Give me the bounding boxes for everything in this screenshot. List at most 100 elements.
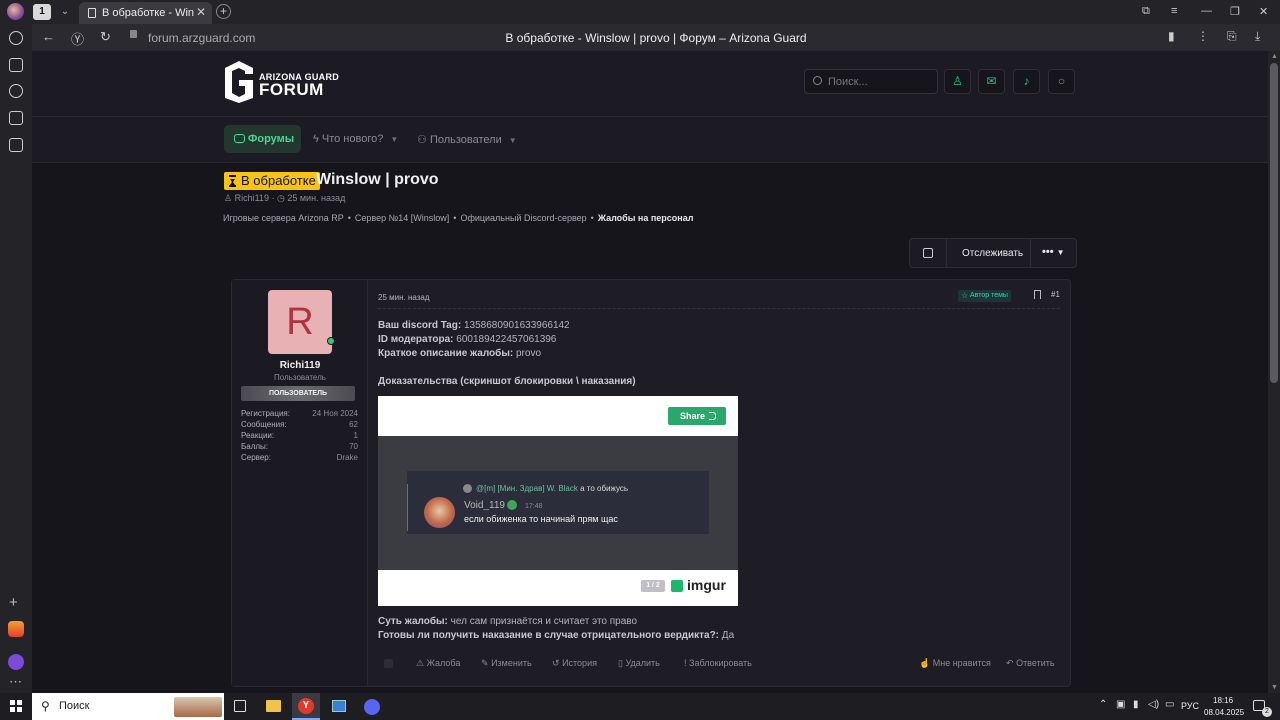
stat-value[interactable]: 62 [349, 420, 358, 429]
post-time[interactable]: 25 мин. назад [378, 293, 430, 302]
clock-time[interactable]: 18:16 [1213, 696, 1233, 705]
scroll-down-icon[interactable]: ▼ [1271, 684, 1278, 691]
menu-icon[interactable]: ≡ [1171, 5, 1177, 17]
imgur-pager[interactable]: 1 / 2 [641, 580, 665, 592]
tab-title: В обработке - Winslow | provo | Форум – … [102, 7, 194, 19]
breadcrumb-item[interactable]: Сервер №14 [Winslow] [355, 213, 449, 223]
page-scrollbar[interactable]: ▲ ▼ [1268, 51, 1280, 693]
field-label: Ваш discord Tag: [378, 320, 462, 331]
minimize-icon[interactable]: — [1201, 5, 1212, 17]
history-icon[interactable] [9, 31, 23, 45]
logo-text-bottom[interactable]: FORUM [259, 80, 324, 100]
select-checkbox-icon[interactable] [923, 248, 933, 258]
network-icon[interactable]: ▭ [1165, 699, 1174, 710]
add-panel-icon[interactable]: + [9, 594, 18, 611]
breadcrumb-item[interactable]: Жалобы на персонал [598, 213, 694, 223]
select-post-checkbox[interactable] [384, 659, 393, 668]
stat-value: 1 [353, 431, 358, 440]
status-badge[interactable]: В обработке [224, 172, 320, 190]
block-button[interactable]: ! Заблокировать [684, 658, 752, 668]
clock-date[interactable]: 08.04.2025 [1204, 708, 1244, 717]
lang-indicator[interactable]: РУС [1181, 701, 1199, 711]
share-button[interactable]: Share [668, 407, 726, 425]
stat-label: Баллы: [241, 442, 269, 451]
user-icon[interactable]: ♙ [944, 69, 971, 94]
mail-icon[interactable]: ✉ [978, 69, 1005, 94]
video-icon[interactable] [9, 84, 23, 98]
avatar[interactable]: R [268, 290, 332, 354]
task-view-icon[interactable] [234, 700, 246, 712]
follow-button[interactable]: Отслеживать [962, 248, 1023, 259]
search-icon [813, 76, 822, 85]
stat-row: Баллы: 70 [241, 442, 358, 453]
scroll-up-icon[interactable]: ▲ [1271, 53, 1278, 60]
more-options-icon[interactable]: ⋮ [1197, 29, 1209, 43]
discord-taskbar-icon[interactable] [364, 699, 380, 715]
app-window-icon[interactable] [332, 700, 346, 712]
tab-forums[interactable]: Форумы [224, 125, 301, 153]
tab-counter[interactable]: 1 [33, 4, 51, 20]
market-app-icon[interactable] [8, 621, 24, 637]
scroll-thumb[interactable] [1270, 63, 1278, 383]
imgur-logo-icon[interactable] [671, 580, 683, 592]
restore-icon[interactable]: ❐ [1230, 5, 1240, 18]
bookmark-page-icon[interactable]: ▮ [1168, 29, 1175, 43]
breadcrumb-item[interactable]: Игровые сервера Arizona RP [223, 213, 344, 223]
bell-icon[interactable]: ♪ [1013, 69, 1040, 94]
imgur-embed[interactable]: Share @[m] [Мин. Здрав] W. Black а то об… [378, 396, 738, 606]
imgur-logo[interactable]: imgur [687, 577, 726, 593]
delete-button[interactable]: ▯ Удалить [618, 658, 660, 669]
like-button[interactable]: ☝ Мне нравится [919, 658, 991, 669]
tab-close-icon[interactable]: ✕ [196, 5, 206, 19]
collections-sidebar-icon[interactable] [9, 58, 23, 72]
thread-author[interactable]: Richi119 [235, 193, 269, 203]
volume-icon[interactable]: ◁) [1148, 699, 1159, 710]
tray-chevron-icon[interactable]: ⌃ [1099, 699, 1107, 710]
bookmark-icon[interactable] [1034, 290, 1041, 299]
yandex-browser-taskbar-icon[interactable]: Y [292, 693, 320, 720]
close-window-icon[interactable]: ✕ [1259, 5, 1268, 18]
tray-icon-1[interactable]: ▣ [1116, 699, 1125, 710]
hourglass-icon [229, 175, 236, 187]
profile-icon[interactable] [7, 3, 24, 20]
microphone-icon[interactable]: ▮ [1133, 699, 1139, 710]
tab-list-dropdown-icon[interactable]: ⌄ [56, 4, 74, 20]
more-actions-button[interactable]: ••• ▼ [1042, 246, 1065, 258]
username[interactable]: Richi119 [232, 360, 368, 371]
tab-one-icon[interactable] [9, 111, 23, 125]
bolt-icon: ϟ [313, 133, 319, 145]
tab-whats-new-label: Что нового? [321, 133, 384, 145]
lightbulb-icon[interactable]: ○ [1048, 69, 1075, 94]
edit-button[interactable]: ✎ Изменить [481, 658, 532, 669]
tab-users[interactable]: ⚇ Пользователи ▼ [417, 133, 517, 146]
guard-logo-icon[interactable] [223, 60, 255, 104]
reader-icon[interactable]: ⎘ [1227, 29, 1237, 44]
field-discord-tag: Ваш discord Tag: 1358680901633966142 [378, 320, 570, 331]
report-icon: ⚠ [416, 658, 425, 668]
browser-tab[interactable]: В обработке - Winslow | provo | Форум – … [79, 2, 212, 24]
collections-icon[interactable]: ⧉ [1142, 5, 1150, 18]
start-icon[interactable] [10, 700, 22, 712]
tab-whats-new[interactable]: ϟ Что нового? ▼ [313, 133, 398, 145]
download-icon[interactable]: ⤓ [1255, 29, 1260, 44]
history-button[interactable]: ↺ История [552, 658, 597, 669]
field-value: 600189422457061396 [456, 334, 557, 345]
screenshot-icon[interactable] [9, 138, 23, 152]
file-explorer-icon[interactable] [266, 700, 281, 712]
stat-row: Сообщения: 62 [241, 420, 358, 431]
thread-time[interactable]: 25 мин. назад [287, 193, 345, 203]
breadcrumb-item[interactable]: Официальный Discord-сервер [460, 213, 586, 223]
reply-button[interactable]: ↶ Ответить [1006, 658, 1055, 669]
chevron-down-icon[interactable]: ▼ [390, 135, 398, 144]
users-icon: ⚇ [417, 134, 427, 146]
new-tab-icon[interactable]: + [216, 4, 231, 19]
site-header: ARIZONA GUARD FORUM Поиск... ♙ ✉ ♪ ○ [32, 51, 1268, 117]
post-number[interactable]: #1 [1051, 290, 1060, 299]
taskbar-search[interactable]: ⚲ Поиск [32, 693, 224, 720]
embedded-screenshot[interactable]: @[m] [Мин. Здрав] W. Black а то обижусь … [378, 436, 738, 570]
report-button[interactable]: ⚠ Жалоба [416, 658, 460, 669]
chevron-down-icon[interactable]: ▼ [509, 136, 517, 145]
sidebar-more-icon[interactable]: ⋯ [9, 674, 22, 690]
alice-icon[interactable] [8, 654, 24, 670]
search-input[interactable]: Поиск... [804, 69, 938, 94]
